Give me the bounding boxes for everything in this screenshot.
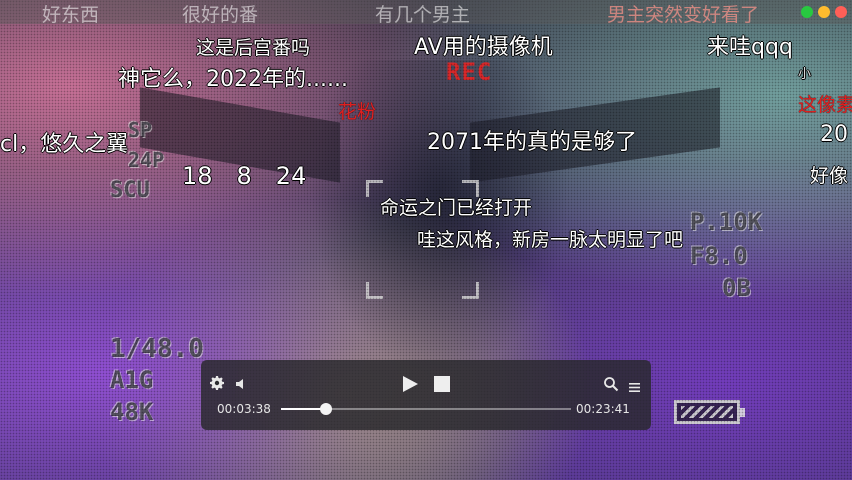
current-time: 00:03:38 (217, 402, 271, 416)
hud-iso: P.10K (690, 208, 763, 236)
hud-wb: 48K (110, 398, 154, 426)
hud-mode: SCU (110, 178, 150, 203)
danmaku-comment: 2071年的真的是够了 (427, 130, 637, 155)
seek-bar[interactable] (281, 403, 571, 415)
hud-aperture: F8.0 (690, 242, 748, 270)
danmaku-comment: 神它么，2022年的...... (118, 67, 348, 92)
stop-icon[interactable] (434, 376, 450, 392)
search-icon[interactable] (603, 376, 619, 392)
danmaku-comment: 好东西 (42, 4, 100, 26)
battery-icon (674, 400, 745, 424)
danmaku-comment: 18 8 24 (182, 162, 307, 190)
hud-shutter: 1/48.0 (110, 334, 204, 364)
danmaku-comment: 这像素 (798, 94, 852, 116)
play-icon[interactable] (401, 375, 419, 393)
focus-bracket-bottom-left (366, 282, 383, 299)
danmaku-comment: 有几个男主 (375, 4, 471, 26)
danmaku-comment: 小 (798, 67, 812, 82)
player-controls: 00:03:38 00:23:41 (201, 360, 651, 430)
danmaku-comment: AV用的摄像机 (414, 35, 553, 60)
hud-gain: A1G (110, 366, 154, 394)
danmaku-comment: cl，悠久之翼 (0, 132, 129, 157)
close-button[interactable] (835, 6, 847, 18)
total-time: 00:23:41 (576, 402, 630, 416)
gear-icon[interactable] (210, 375, 224, 390)
danmaku-comment: 好像 (810, 165, 849, 187)
focus-bracket-top-left (366, 180, 383, 197)
seek-bar-progress (281, 408, 326, 410)
speaker-icon[interactable] (235, 376, 249, 390)
hud-sp: SP (128, 118, 153, 142)
hud-fps: 24P (128, 148, 165, 172)
danmaku-comment: 命运之门已经打开 (380, 197, 533, 219)
danmaku-comment: 来哇qqq (707, 35, 793, 60)
rec-indicator: REC (446, 58, 493, 86)
hud-exposure: 0B (722, 274, 751, 302)
danmaku-comment: 20 (820, 122, 848, 147)
danmaku-comment: 很好的番 (182, 4, 259, 26)
focus-bracket-bottom-right (462, 282, 479, 299)
danmaku-comment: 这是后宫番吗 (196, 37, 311, 59)
seek-handle[interactable] (319, 403, 332, 415)
minimize-button[interactable] (818, 6, 830, 18)
danmaku-comment: 花粉 (338, 101, 377, 123)
danmaku-comment: 男主突然变好看了 (607, 4, 760, 26)
focus-bracket-top-right (462, 180, 479, 197)
maximize-button[interactable] (801, 6, 813, 18)
list-icon[interactable] (629, 378, 640, 392)
danmaku-comment: 哇这风格，新房一脉太明显了吧 (417, 229, 684, 251)
